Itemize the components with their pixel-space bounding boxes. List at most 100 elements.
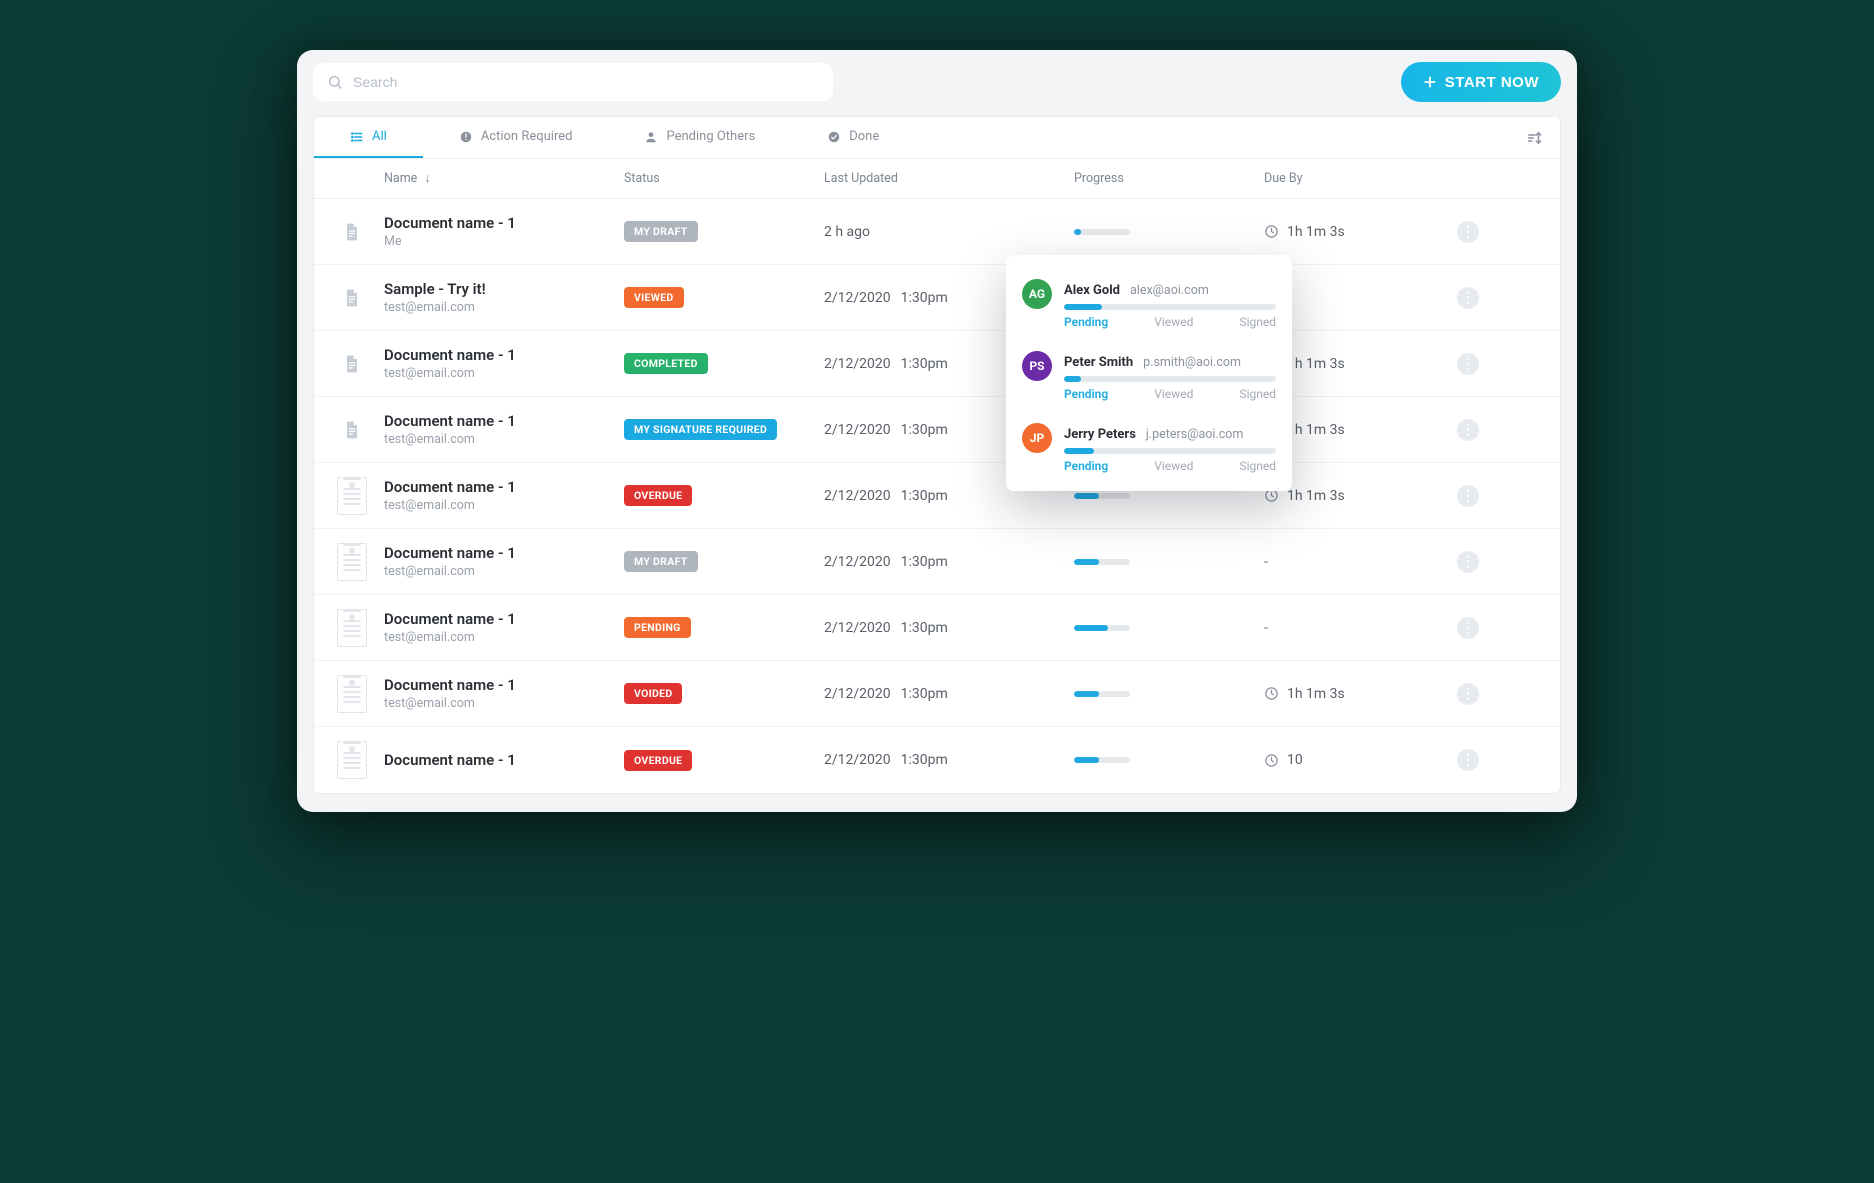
tab-action-required[interactable]: Action Required [423, 117, 609, 158]
document-thumbnail-icon [320, 477, 384, 515]
actions-cell: ⋮ [1444, 485, 1492, 507]
row-menu-button[interactable]: ⋮ [1457, 551, 1479, 573]
status-cell: PENDING [624, 617, 824, 638]
progress-cell[interactable] [1074, 691, 1264, 697]
progress-cell[interactable] [1074, 559, 1264, 565]
actions-cell: ⋮ [1444, 353, 1492, 375]
updated-date: 2/12/2020 [824, 488, 891, 504]
row-menu-button[interactable]: ⋮ [1457, 683, 1479, 705]
app-window: START NOW All Action Required [297, 50, 1577, 812]
person-progress-bar [1064, 448, 1276, 454]
row-menu-button[interactable]: ⋮ [1457, 419, 1479, 441]
table-row[interactable]: Document name - 1test@email.comMY DRAFT2… [314, 529, 1560, 595]
status-badge: OVERDUE [624, 750, 692, 771]
table-row[interactable]: Document name - 1test@email.comVOIDED2/1… [314, 661, 1560, 727]
updated-time: 1:30pm [901, 488, 948, 504]
avatar: AG [1022, 279, 1052, 309]
document-owner: test@email.com [384, 300, 624, 315]
table-row[interactable]: Document name - 1MeMY DRAFT2 h ago1h 1m … [314, 199, 1560, 265]
progress-bar [1074, 691, 1130, 697]
updated-date: 2 h ago [824, 224, 870, 240]
col-status[interactable]: Status [624, 171, 824, 186]
search-box[interactable] [313, 63, 833, 101]
tab-all[interactable]: All [314, 117, 423, 158]
col-progress[interactable]: Progress [1074, 171, 1264, 186]
table-row[interactable]: Document name - 1test@email.comMY SIGNAT… [314, 397, 1560, 463]
progress-cell[interactable] [1074, 757, 1264, 763]
row-menu-button[interactable]: ⋮ [1457, 485, 1479, 507]
table-row[interactable]: Sample - Try it! test@email.comVIEWED2/12… [314, 265, 1560, 331]
updated-time: 1:30pm [901, 752, 948, 768]
table-row[interactable]: Document name - 1test@email.comPENDING2/… [314, 595, 1560, 661]
tab-pending-others[interactable]: Pending Others [608, 117, 791, 158]
document-owner: test@email.com [384, 630, 624, 645]
due-value: - [1264, 620, 1268, 636]
progress-bar [1074, 229, 1130, 235]
last-updated-cell: 2/12/20201:30pm [824, 620, 1074, 636]
popover-person: AGAlex Goldalex@aoi.comPendingViewedSign… [1022, 269, 1276, 341]
name-cell: Document name - 1Me [384, 214, 624, 249]
document-icon [320, 220, 384, 244]
actions-cell: ⋮ [1444, 221, 1492, 243]
last-updated-cell: 2/12/2020 1:30pm [824, 752, 1074, 768]
state-viewed: Viewed [1154, 387, 1193, 401]
updated-date: 2/12/2020 [824, 290, 891, 306]
sort-down-icon: ↓ [424, 171, 430, 186]
progress-cell[interactable] [1074, 229, 1264, 235]
person-states: PendingViewedSigned [1064, 387, 1276, 401]
due-value: 10 [1287, 752, 1303, 768]
row-menu-button[interactable]: ⋮ [1457, 353, 1479, 375]
document-icon [320, 286, 384, 310]
person-name: Jerry Peters [1064, 427, 1136, 442]
table-row[interactable]: Document name - 1OVERDUE2/12/20201:30pm1… [314, 727, 1560, 793]
document-owner: Me [384, 234, 624, 249]
actions-cell: ⋮ [1444, 683, 1492, 705]
last-updated-cell: 2 h ago [824, 224, 1074, 240]
name-cell: Document name - 1test@email.com [384, 478, 624, 513]
document-thumbnail-icon [320, 675, 384, 713]
document-name: Document name - 1 [384, 478, 624, 496]
state-pending: Pending [1064, 387, 1108, 401]
avatar: JP [1022, 423, 1052, 453]
row-menu-button[interactable]: ⋮ [1457, 617, 1479, 639]
updated-date: 2/12/2020 [824, 752, 891, 768]
document-owner: test@email.com [384, 564, 624, 579]
table-row[interactable]: Document name - 1test@email.comCOMPLETED… [314, 331, 1560, 397]
document-icon [320, 352, 384, 376]
person-states: PendingViewedSigned [1064, 315, 1276, 329]
due-cell: - [1264, 620, 1444, 636]
row-menu-button[interactable]: ⋮ [1457, 287, 1479, 309]
table-row[interactable]: Document name - 1test@email.comOVERDUE2/… [314, 463, 1560, 529]
start-now-button[interactable]: START NOW [1401, 62, 1561, 102]
due-cell: 1h 1m 3s [1264, 686, 1444, 702]
search-input[interactable] [343, 74, 819, 90]
status-cell: VIEWED [624, 287, 824, 308]
sort-toggle-button[interactable] [1518, 122, 1550, 154]
actions-cell: ⋮ [1444, 419, 1492, 441]
row-menu-button[interactable]: ⋮ [1457, 221, 1479, 243]
document-owner: test@email.com [384, 696, 624, 711]
col-due-by[interactable]: Due By [1264, 171, 1444, 186]
document-name: Sample - Try it! [384, 280, 624, 298]
start-now-label: START NOW [1445, 74, 1539, 91]
row-menu-button[interactable]: ⋮ [1457, 749, 1479, 771]
due-value: 1h 1m 3s [1287, 356, 1345, 372]
progress-cell[interactable] [1074, 493, 1264, 499]
last-updated-cell: 2/12/20201:30pm [824, 686, 1074, 702]
due-value: 1h 1m 3s [1287, 488, 1345, 504]
due-value: 1h 1m 3s [1287, 686, 1345, 702]
person-progress-bar [1064, 304, 1276, 310]
document-owner: test@email.com [384, 366, 624, 381]
table-body: Document name - 1MeMY DRAFT2 h ago1h 1m … [314, 199, 1560, 793]
name-cell: Document name - 1 test@email.com [384, 676, 624, 711]
topbar: START NOW [297, 50, 1577, 116]
status-cell: MY DRAFT [624, 551, 824, 572]
document-name: Document name - 1 [384, 676, 624, 694]
clock-icon [1264, 753, 1279, 768]
progress-cell[interactable] [1074, 625, 1264, 631]
due-cell: 1h 1m 3s [1264, 488, 1444, 504]
col-last-updated[interactable]: Last Updated [824, 171, 1074, 186]
col-name[interactable]: Name ↓ [384, 171, 624, 186]
actions-cell: ⋮ [1444, 287, 1492, 309]
tab-done[interactable]: Done [791, 117, 915, 158]
